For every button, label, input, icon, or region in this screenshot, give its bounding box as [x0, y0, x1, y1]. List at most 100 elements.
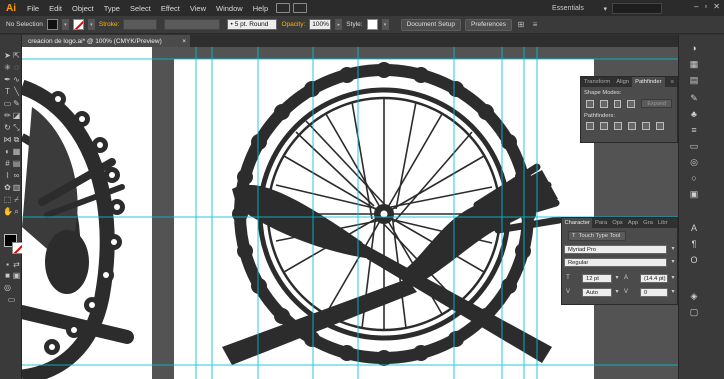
expand-button[interactable]: Expand: [641, 99, 672, 108]
brush-definition-field[interactable]: • 5 pt. Round: [227, 19, 278, 30]
artboards-panel-icon[interactable]: ▢: [688, 306, 700, 318]
touch-type-tool-button[interactable]: T Touch Type Tool: [568, 231, 626, 241]
curvature-tool-icon[interactable]: ∿: [12, 75, 21, 84]
bridge-icon[interactable]: [293, 3, 308, 13]
opacity-label[interactable]: Opacity:: [281, 21, 305, 28]
menu-object[interactable]: Object: [67, 4, 99, 13]
leading-field[interactable]: (14.4 pt): [640, 274, 668, 283]
font-size-dropdown-icon[interactable]: ▾: [613, 274, 621, 282]
document-tab[interactable]: creacion de logo.ai* @ 100% (CMYK/Previe…: [22, 35, 190, 47]
tab-align[interactable]: Align: [613, 77, 632, 87]
column-graph-tool-icon[interactable]: ▥: [12, 183, 21, 192]
tab-opentype[interactable]: Ops: [610, 218, 626, 228]
intersect-icon[interactable]: [613, 99, 622, 108]
paintbrush-tool-icon[interactable]: ✎: [12, 99, 21, 108]
stroke-swatch[interactable]: [72, 19, 84, 30]
transparency-panel-icon[interactable]: ◎: [688, 156, 700, 168]
crop-icon[interactable]: [628, 122, 636, 130]
stroke-weight-field[interactable]: [123, 19, 158, 30]
gradient-tool-icon[interactable]: ▤: [12, 159, 21, 168]
hand-tool-icon[interactable]: ✋: [3, 207, 13, 216]
menu-file[interactable]: File: [22, 4, 44, 13]
free-transform-tool-icon[interactable]: ⧉: [12, 135, 21, 144]
selection-tool-icon[interactable]: ➤: [3, 51, 12, 60]
menu-window[interactable]: Window: [211, 4, 248, 13]
stroke-panel-icon[interactable]: ≡: [688, 124, 700, 136]
tab-graphic-styles[interactable]: Gra: [641, 218, 656, 228]
magic-wand-tool-icon[interactable]: ✳: [3, 63, 12, 72]
tab-character[interactable]: Character: [562, 218, 593, 228]
menu-select[interactable]: Select: [125, 4, 156, 13]
tracking-dropdown-icon[interactable]: ▾: [669, 288, 677, 296]
preferences-button[interactable]: Preferences: [464, 18, 513, 31]
width-tool-icon[interactable]: ⋈: [3, 135, 12, 144]
exclude-icon[interactable]: [627, 99, 636, 108]
document-setup-button[interactable]: Document Setup: [400, 18, 461, 31]
trim-icon[interactable]: [600, 122, 608, 130]
variable-width-profile[interactable]: [164, 19, 221, 30]
color-mode-icon[interactable]: ■: [3, 271, 12, 280]
panel-menu-icon[interactable]: ≡: [530, 20, 540, 30]
fill-dropdown-icon[interactable]: ▾: [61, 19, 69, 30]
brushes-icon[interactable]: ✎: [688, 92, 700, 104]
maximize-icon[interactable]: ▫: [704, 2, 707, 11]
menu-help[interactable]: Help: [248, 4, 273, 13]
opacity-dropdown-icon[interactable]: ▸: [335, 19, 343, 30]
stroke-dropdown-icon[interactable]: ▾: [87, 19, 95, 30]
menu-effect[interactable]: Effect: [156, 4, 185, 13]
gradient-panel-icon[interactable]: ▭: [688, 140, 700, 152]
leading-dropdown-icon[interactable]: ▾: [669, 274, 677, 282]
font-family-dropdown-icon[interactable]: ▾: [669, 245, 677, 253]
minus-front-icon[interactable]: [599, 99, 608, 108]
minimize-icon[interactable]: –: [694, 2, 698, 11]
scale-tool-icon[interactable]: ⤡: [12, 123, 21, 132]
font-style-dropdown-icon[interactable]: ▾: [669, 258, 677, 266]
direct-selection-tool-icon[interactable]: ⇱: [12, 51, 21, 60]
draw-normal-icon[interactable]: ◎: [3, 283, 12, 292]
font-family-field[interactable]: Myriad Pro: [564, 245, 667, 254]
align-icon[interactable]: ⊞: [516, 20, 526, 30]
color-panel-icon[interactable]: ◑: [688, 42, 700, 54]
close-tab-icon[interactable]: ×: [182, 38, 186, 45]
style-swatch[interactable]: [366, 19, 378, 30]
font-style-field[interactable]: Regular: [564, 258, 667, 267]
paragraph-panel-icon[interactable]: ¶: [688, 238, 700, 250]
eraser-tool-icon[interactable]: ◪: [12, 111, 21, 120]
zoom-tool-icon[interactable]: ⌕: [12, 207, 21, 216]
minus-back-icon[interactable]: [656, 122, 664, 130]
graphic-styles-icon[interactable]: ▣: [688, 188, 700, 200]
stroke-label[interactable]: Stroke:: [99, 21, 120, 28]
tab-appearance[interactable]: App: [625, 218, 640, 228]
shape-builder-tool-icon[interactable]: ◐: [3, 147, 12, 156]
symbol-sprayer-tool-icon[interactable]: ✿: [3, 183, 12, 192]
line-tool-icon[interactable]: ╲: [12, 87, 21, 96]
opacity-field[interactable]: 100%: [309, 19, 332, 30]
layers-panel-icon[interactable]: ◈: [688, 290, 700, 302]
divide-icon[interactable]: [586, 122, 594, 130]
tab-transform[interactable]: Transform: [581, 77, 613, 87]
style-dropdown-icon[interactable]: ▾: [381, 19, 389, 30]
color-guide-icon[interactable]: ▦: [688, 58, 700, 70]
artboard-tool-icon[interactable]: ⬚: [3, 195, 12, 204]
character-panel-icon[interactable]: A: [688, 222, 700, 234]
perspective-grid-tool-icon[interactable]: ▦: [12, 147, 21, 156]
rotate-tool-icon[interactable]: ↻: [3, 123, 12, 132]
unite-icon[interactable]: [586, 99, 594, 108]
slice-tool-icon[interactable]: ⌿: [12, 195, 21, 204]
tab-libraries[interactable]: Libr: [655, 218, 670, 228]
blend-tool-icon[interactable]: ∞: [12, 171, 21, 180]
kerning-dropdown-icon[interactable]: ▾: [613, 288, 621, 296]
merge-icon[interactable]: [614, 122, 622, 130]
pen-tool-icon[interactable]: ✒: [3, 75, 12, 84]
gradient-mode-icon[interactable]: ▣: [12, 271, 21, 280]
eyedropper-tool-icon[interactable]: ⌇: [3, 171, 12, 180]
panel-menu-icon[interactable]: ≡: [668, 77, 677, 87]
mesh-tool-icon[interactable]: #: [3, 159, 12, 168]
default-colors-icon[interactable]: ▪: [3, 260, 12, 269]
outline-icon[interactable]: [642, 122, 650, 130]
menu-type[interactable]: Type: [99, 4, 125, 13]
tab-pathfinder[interactable]: Pathfinder: [632, 77, 665, 87]
screen-mode-icon[interactable]: ▭: [7, 295, 16, 304]
type-tool-icon[interactable]: T: [3, 87, 12, 96]
lasso-tool-icon[interactable]: ◌: [12, 63, 21, 72]
